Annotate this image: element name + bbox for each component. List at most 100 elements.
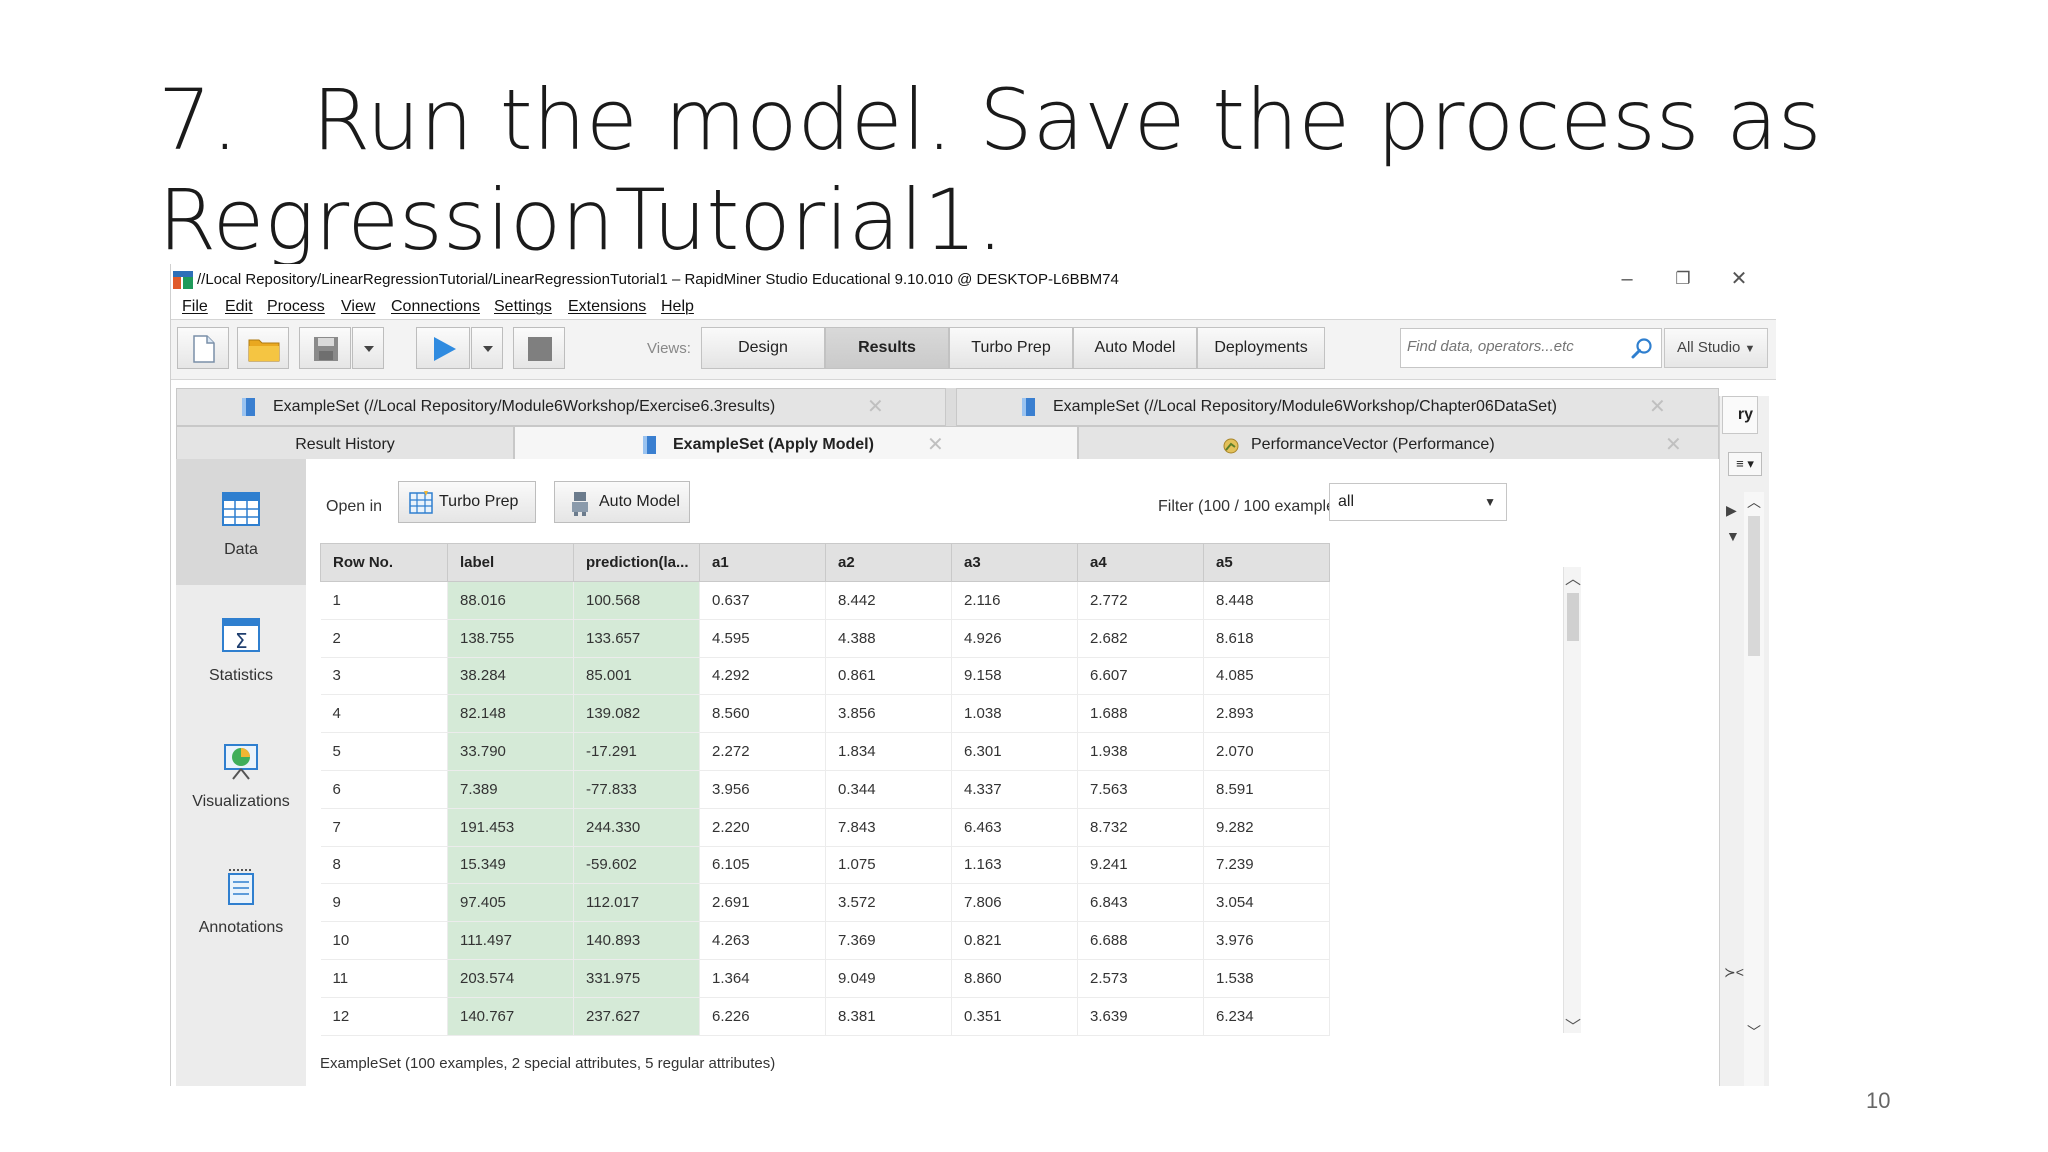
table-row[interactable]: 2 138.755 133.657 4.595 4.388 4.926 2.682 8.618: [320, 619, 1330, 658]
column-header[interactable]: Row No.: [320, 543, 448, 582]
table-cell[interactable]: 1.038: [951, 694, 1078, 734]
table-cell[interactable]: 8.591: [1203, 770, 1330, 809]
table-cell[interactable]: 11: [320, 959, 448, 998]
table-cell[interactable]: 3.976: [1203, 921, 1330, 960]
table-cell[interactable]: -77.833: [573, 770, 700, 809]
table-cell[interactable]: 3.572: [825, 883, 952, 923]
column-header[interactable]: a2: [825, 543, 952, 582]
menu-edit[interactable]: Edit: [225, 298, 253, 316]
table-cell[interactable]: 1.075: [825, 846, 952, 885]
close-icon[interactable]: ✕: [927, 427, 944, 463]
table-cell[interactable]: 140.893: [573, 921, 700, 960]
table-cell[interactable]: 9: [320, 883, 448, 923]
table-cell[interactable]: 3.639: [1077, 997, 1204, 1036]
column-header[interactable]: a3: [951, 543, 1078, 582]
table-cell[interactable]: 3.956: [699, 770, 826, 809]
panel-scrollbar[interactable]: ︿ ﹀: [1744, 492, 1764, 1086]
table-cell[interactable]: 100.568: [573, 581, 700, 620]
table-cell[interactable]: 6.607: [1077, 657, 1204, 696]
table-cell[interactable]: 8.442: [825, 581, 952, 620]
table-row[interactable]: 11 203.574 331.975 1.364 9.049 8.860 2.573 1.53…: [320, 959, 1330, 998]
view-deployments-button[interactable]: Deployments: [1197, 327, 1325, 369]
table-cell[interactable]: 4.337: [951, 770, 1078, 809]
view-turbo-prep-button[interactable]: Turbo Prep: [949, 327, 1073, 369]
table-cell[interactable]: 85.001: [573, 657, 700, 696]
table-cell[interactable]: 4.263: [699, 921, 826, 960]
global-search-input[interactable]: [1407, 338, 1617, 355]
table-cell[interactable]: 6.234: [1203, 997, 1330, 1036]
table-row[interactable]: 6 7.389 -77.833 3.956 0.344 4.337 7.563 8.591: [320, 770, 1330, 809]
view-design-button[interactable]: Design: [701, 327, 825, 369]
menu-settings[interactable]: Settings: [494, 298, 552, 316]
table-cell[interactable]: 7.806: [951, 883, 1078, 923]
table-cell[interactable]: 0.861: [825, 657, 952, 696]
table-cell[interactable]: 0.821: [951, 921, 1078, 960]
close-icon[interactable]: ✕: [1649, 389, 1666, 425]
table-cell[interactable]: 6.688: [1077, 921, 1204, 960]
table-cell[interactable]: 2.893: [1203, 694, 1330, 734]
table-cell[interactable]: 2.070: [1203, 732, 1330, 771]
table-cell[interactable]: 138.755: [447, 619, 574, 658]
nav-data[interactable]: Data: [176, 459, 306, 585]
table-cell[interactable]: 6.463: [951, 808, 1078, 847]
menu-file[interactable]: File: [182, 298, 208, 316]
menu-extensions[interactable]: Extensions: [568, 298, 646, 316]
table-cell[interactable]: 244.330: [573, 808, 700, 847]
table-cell[interactable]: 8: [320, 846, 448, 885]
table-cell[interactable]: 8.448: [1203, 581, 1330, 620]
global-search[interactable]: [1400, 328, 1662, 368]
table-cell[interactable]: 88.016: [447, 581, 574, 620]
table-cell[interactable]: 10: [320, 921, 448, 960]
table-cell[interactable]: 2.682: [1077, 619, 1204, 658]
table-cell[interactable]: 7.563: [1077, 770, 1204, 809]
table-cell[interactable]: 203.574: [447, 959, 574, 998]
table-row[interactable]: 3 38.284 85.001 4.292 0.861 9.158 6.607 4.085: [320, 657, 1330, 696]
collapse-panel-icon[interactable]: ≻<: [1724, 964, 1744, 981]
table-cell[interactable]: 97.405: [447, 883, 574, 923]
table-cell[interactable]: 7: [320, 808, 448, 847]
nav-statistics[interactable]: Σ Statistics: [176, 585, 306, 711]
table-cell[interactable]: 33.790: [447, 732, 574, 771]
table-cell[interactable]: 4.085: [1203, 657, 1330, 696]
table-cell[interactable]: 4: [320, 694, 448, 734]
scroll-down-icon[interactable]: ﹀: [1747, 1022, 1761, 1042]
scrollbar-thumb[interactable]: [1567, 593, 1579, 641]
restore-button[interactable]: ❐: [1663, 266, 1703, 292]
table-cell[interactable]: 38.284: [447, 657, 574, 696]
table-cell[interactable]: 2.272: [699, 732, 826, 771]
table-cell[interactable]: 331.975: [573, 959, 700, 998]
table-cell[interactable]: 2.691: [699, 883, 826, 923]
table-cell[interactable]: 7.369: [825, 921, 952, 960]
table-cell[interactable]: 6.226: [699, 997, 826, 1036]
close-button[interactable]: ✕: [1719, 266, 1759, 292]
table-cell[interactable]: 8.732: [1077, 808, 1204, 847]
table-cell[interactable]: 0.344: [825, 770, 952, 809]
table-cell[interactable]: 140.767: [447, 997, 574, 1036]
panel-menu-button[interactable]: ≡ ▾: [1728, 452, 1762, 476]
table-cell[interactable]: 4.595: [699, 619, 826, 658]
column-header[interactable]: a1: [699, 543, 826, 582]
table-cell[interactable]: 133.657: [573, 619, 700, 658]
table-cell[interactable]: 139.082: [573, 694, 700, 734]
view-auto-model-button[interactable]: Auto Model: [1073, 327, 1197, 369]
new-process-button[interactable]: [177, 327, 229, 369]
table-cell[interactable]: 7.239: [1203, 846, 1330, 885]
column-header[interactable]: a4: [1077, 543, 1204, 582]
table-row[interactable]: 8 15.349 -59.602 6.105 1.075 1.163 9.241 7.239: [320, 846, 1330, 885]
close-icon[interactable]: ✕: [867, 389, 884, 425]
table-cell[interactable]: 82.148: [447, 694, 574, 734]
table-cell[interactable]: 112.017: [573, 883, 700, 923]
table-row[interactable]: 1 88.016 100.568 0.637 8.442 2.116 2.772 8.448: [320, 581, 1330, 620]
table-row[interactable]: 5 33.790 -17.291 2.272 1.834 6.301 1.938 2.070: [320, 732, 1330, 771]
table-cell[interactable]: 1.163: [951, 846, 1078, 885]
table-cell[interactable]: 8.618: [1203, 619, 1330, 658]
table-cell[interactable]: 8.860: [951, 959, 1078, 998]
table-scrollbar[interactable]: ︿ ﹀: [1563, 567, 1581, 1036]
table-cell[interactable]: 4.388: [825, 619, 952, 658]
table-cell[interactable]: 8.560: [699, 694, 826, 734]
save-options-dropdown[interactable]: [352, 327, 384, 369]
table-cell[interactable]: 3: [320, 657, 448, 696]
table-row[interactable]: 4 82.148 139.082 8.560 3.856 1.038 1.688 2.893: [320, 694, 1330, 734]
table-cell[interactable]: 0.351: [951, 997, 1078, 1036]
table-cell[interactable]: 1: [320, 581, 448, 620]
